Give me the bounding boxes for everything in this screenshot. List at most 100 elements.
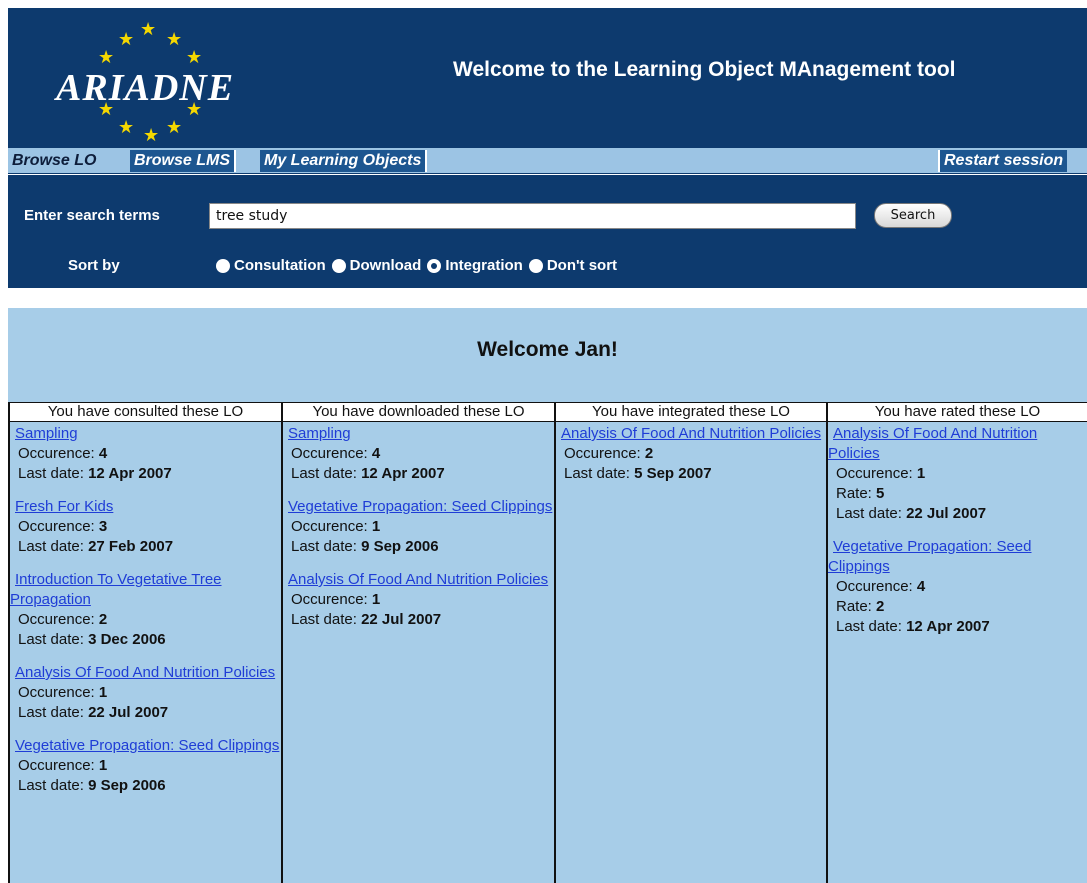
field-value: 2 — [644, 445, 654, 462]
field-label: Last date: — [291, 538, 362, 555]
field-value: 12 Apr 2007 — [906, 618, 990, 635]
field-value: 22 Jul 2007 — [906, 505, 987, 522]
column-consulted: You have consulted these LO Sampling Occu… — [10, 402, 283, 883]
tab-browse-lo[interactable]: Browse LO — [8, 150, 101, 172]
field-label: Last date: — [836, 618, 907, 635]
lo-field-last-date: Last date: 22 Jul 2007 — [283, 610, 554, 630]
main-content: Welcome Jan! You have consulted these LO… — [8, 308, 1087, 883]
lo-entry: Vegetative Propagation: Seed Clippings Oc… — [283, 497, 554, 557]
field-value: 22 Jul 2007 — [88, 704, 169, 721]
lo-entry: Analysis Of Food And Nutrition Policies O… — [828, 424, 1087, 524]
star-icon: ★ — [166, 117, 183, 137]
lo-entry: Vegetative Propagation: Seed Clippings Oc… — [10, 736, 281, 796]
lo-title-link[interactable]: Vegetative Propagation: Seed Clippings — [10, 736, 281, 756]
sort-option-label: Download — [349, 257, 422, 274]
field-value: 4 — [98, 445, 108, 462]
lo-title-link[interactable]: Vegetative Propagation: Seed Clippings — [828, 537, 1087, 577]
sort-option-download[interactable]: Download — [331, 257, 422, 274]
column-integrated: You have integrated these LO Analysis Of… — [556, 402, 828, 883]
lo-title-link[interactable]: Fresh For Kids — [10, 497, 281, 517]
lo-field-occurence: Occurence: 4 — [283, 444, 554, 464]
field-label: Occurence: — [564, 445, 645, 462]
column-header: You have integrated these LO — [556, 402, 826, 422]
lo-title-link[interactable]: Analysis Of Food And Nutrition Policies — [556, 424, 826, 444]
lo-field-last-date: Last date: 9 Sep 2006 — [10, 776, 281, 796]
lo-title-link[interactable]: Vegetative Propagation: Seed Clippings — [283, 497, 554, 517]
lo-entry: Analysis Of Food And Nutrition Policies O… — [10, 663, 281, 723]
field-value: 9 Sep 2006 — [88, 777, 166, 794]
field-value: 12 Apr 2007 — [361, 465, 445, 482]
field-label: Last date: — [564, 465, 635, 482]
lo-field-occurence: Occurence: 4 — [828, 577, 1087, 597]
column-body: Analysis Of Food And Nutrition Policies O… — [556, 422, 826, 484]
lo-field-last-date: Last date: 12 Apr 2007 — [828, 617, 1087, 637]
search-button[interactable]: Search — [874, 203, 952, 228]
search-panel: Enter search terms Search Sort by Consul… — [8, 175, 1087, 288]
field-label: Last date: — [18, 465, 89, 482]
lo-field-occurence: Occurence: 1 — [828, 464, 1087, 484]
star-icon: ★ — [118, 117, 135, 137]
field-label: Rate: — [836, 598, 877, 615]
field-value: 12 Apr 2007 — [88, 465, 172, 482]
lo-field-last-date: Last date: 12 Apr 2007 — [283, 464, 554, 484]
sort-options: Consultation Download Integration Don't … — [216, 257, 623, 274]
column-rated: You have rated these LO Analysis Of Food… — [828, 402, 1087, 883]
column-header: You have consulted these LO — [10, 402, 281, 422]
lo-title-link[interactable]: Introduction To Vegetative Tree Propagat… — [10, 570, 281, 610]
tab-browse-lms[interactable]: Browse LMS — [130, 150, 237, 172]
field-label: Rate: — [836, 485, 877, 502]
column-downloaded: You have downloaded these LO Sampling Occ… — [283, 402, 556, 883]
field-label: Occurence: — [836, 578, 917, 595]
field-value: 5 — [876, 485, 885, 502]
star-icon: ★ — [118, 29, 135, 49]
field-value: 2 — [98, 611, 108, 628]
lo-entry: Vegetative Propagation: Seed Clippings Oc… — [828, 537, 1087, 637]
lo-field-occurence: Occurence: 1 — [283, 590, 554, 610]
field-label: Occurence: — [18, 684, 99, 701]
field-label: Occurence: — [291, 518, 372, 535]
lo-field-occurence: Occurence: 2 — [556, 444, 826, 464]
radio-icon[interactable] — [528, 258, 543, 273]
field-label: Occurence: — [291, 445, 372, 462]
lo-field-last-date: Last date: 22 Jul 2007 — [10, 703, 281, 723]
sort-option-label: Integration — [445, 257, 523, 274]
lo-title-link[interactable]: Analysis Of Food And Nutrition Policies — [828, 424, 1087, 464]
field-label: Last date: — [291, 611, 362, 628]
lo-field-occurence: Occurence: 3 — [10, 517, 281, 537]
field-label: Occurence: — [18, 518, 99, 535]
sort-option-integration[interactable]: Integration — [427, 257, 523, 274]
welcome-message: Welcome Jan! — [477, 338, 618, 361]
field-value: 5 Sep 2007 — [634, 465, 712, 482]
field-value: 27 Feb 2007 — [88, 538, 174, 555]
radio-icon[interactable] — [331, 258, 346, 273]
star-icon: ★ — [143, 125, 160, 145]
lo-title-link[interactable]: Analysis Of Food And Nutrition Policies — [283, 570, 554, 590]
lo-field-last-date: Last date: 3 Dec 2006 — [10, 630, 281, 650]
sort-option-label: Consultation — [234, 257, 326, 274]
field-value: 3 Dec 2006 — [88, 631, 166, 648]
app-header: ★ ★ ★ ★ ★ ★ ★ ★ ★ ★ ARIADNE Welcome to t… — [8, 8, 1087, 148]
lo-title-link[interactable]: Analysis Of Food And Nutrition Policies — [10, 663, 281, 683]
sort-option-label: Don't sort — [546, 257, 618, 274]
field-value: 9 Sep 2006 — [361, 538, 439, 555]
restart-session-button[interactable]: Restart session — [938, 150, 1068, 172]
field-label: Occurence: — [18, 611, 99, 628]
field-label: Occurence: — [291, 591, 372, 608]
search-input[interactable] — [209, 203, 856, 229]
lo-title-link[interactable]: Sampling — [10, 424, 281, 444]
field-value: 1 — [916, 465, 926, 482]
sort-option-dont-sort[interactable]: Don't sort — [528, 257, 618, 274]
lo-title-link[interactable]: Sampling — [283, 424, 554, 444]
column-header: You have downloaded these LO — [283, 402, 554, 422]
field-value: 1 — [371, 518, 381, 535]
lo-entry: Introduction To Vegetative Tree Propagat… — [10, 570, 281, 650]
lo-field-occurence: Occurence: 1 — [10, 683, 281, 703]
radio-icon[interactable] — [216, 258, 230, 273]
radio-checked-icon[interactable] — [427, 258, 442, 273]
lo-entry: Analysis Of Food And Nutrition Policies O… — [283, 570, 554, 630]
lo-entry: Sampling Occurence: 4 Last date: 12 Apr 20… — [10, 424, 281, 484]
tab-my-learning-objects[interactable]: My Learning Objects — [260, 150, 428, 172]
star-icon: ★ — [140, 19, 157, 39]
sort-option-consultation[interactable]: Consultation — [216, 257, 326, 274]
lo-entry: Sampling Occurence: 4 Last date: 12 Apr 20… — [283, 424, 554, 484]
